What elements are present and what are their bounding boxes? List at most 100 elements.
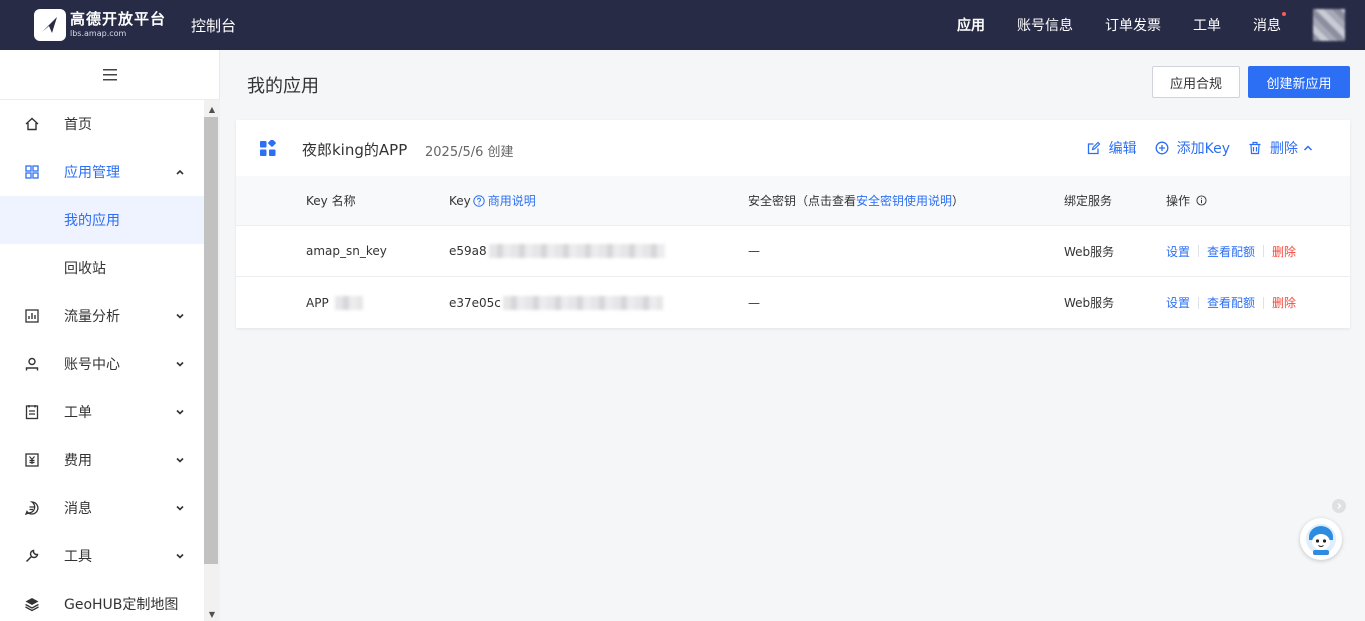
chevron-right-icon[interactable] xyxy=(1332,499,1346,513)
delete-key-link[interactable]: 删除 xyxy=(1272,243,1296,260)
delete-app-button[interactable]: 删除 xyxy=(1248,138,1298,158)
avatar[interactable] xyxy=(1313,9,1345,41)
chevron-up-icon[interactable] xyxy=(1302,142,1314,154)
ops-cell: 设置 查看配额 删除 xyxy=(1166,226,1296,276)
view-quota-link[interactable]: 查看配额 xyxy=(1207,294,1255,311)
sidebar-item-tickets[interactable]: 工单 xyxy=(0,388,204,436)
sidebar-item-label: 流量分析 xyxy=(64,309,120,325)
scroll-up-arrow-icon[interactable]: ▲ xyxy=(204,102,220,116)
sidebar-scrollbar[interactable]: ▲ ▼ xyxy=(204,100,220,621)
assistant-avatar-icon[interactable] xyxy=(1300,518,1342,560)
message-icon xyxy=(24,500,40,516)
nav-account[interactable]: 账号信息 xyxy=(1017,15,1073,35)
logo[interactable]: 高德开放平台 lbs.amap.com xyxy=(34,9,184,41)
col-ops: 操作 xyxy=(1166,176,1207,225)
commercial-help-link[interactable]: 商用说明 xyxy=(488,192,536,209)
divider xyxy=(1198,296,1200,309)
ops-cell: 设置 查看配额 删除 xyxy=(1166,277,1296,328)
nav-tickets[interactable]: 工单 xyxy=(1193,15,1221,35)
logo-subtitle: lbs.amap.com xyxy=(70,29,127,38)
sidebar-item-recycle-bin[interactable]: 回收站 xyxy=(0,244,204,292)
console-title[interactable]: 控制台 xyxy=(191,15,236,36)
table-header-row: Key 名称 Key 商用说明 安全密钥（点击查看 安全密钥使用说明 ） 绑定服… xyxy=(236,176,1350,226)
key-value: e59a8 xyxy=(449,244,487,258)
secret-cell: — xyxy=(748,295,760,310)
chevron-down-icon xyxy=(176,457,184,463)
sidebar-item-messages[interactable]: 消息 xyxy=(0,484,204,532)
delete-key-link[interactable]: 删除 xyxy=(1272,294,1296,311)
sidebar-item-my-apps[interactable]: 我的应用 xyxy=(0,196,204,244)
nav-messages-label: 消息 xyxy=(1253,18,1281,34)
settings-link[interactable]: 设置 xyxy=(1166,294,1190,311)
key-redacted xyxy=(488,244,665,258)
user-icon xyxy=(24,356,40,372)
view-quota-link[interactable]: 查看配额 xyxy=(1207,243,1255,260)
chevron-up-icon xyxy=(176,169,184,175)
key-name-cell: amap_sn_key xyxy=(306,244,387,258)
wrench-icon xyxy=(24,548,40,564)
main-content: 我的应用 应用合规 创建新应用 夜郎king的APP 2025/5/6 创建 编… xyxy=(221,50,1365,621)
sidebar: 首页 应用管理 我的应用 回收站 流量分析 账号中心 工单 费用 消息 工具 G… xyxy=(0,50,220,621)
logo-title: 高德开放平台 xyxy=(70,10,167,28)
divider xyxy=(1263,296,1265,309)
sidebar-item-geohub[interactable]: GeoHUB定制地图 xyxy=(0,580,204,621)
sidebar-item-fees[interactable]: 费用 xyxy=(0,436,204,484)
chart-icon xyxy=(24,308,40,324)
chevron-down-icon xyxy=(176,553,184,559)
menu-toggle-button[interactable] xyxy=(0,50,219,100)
info-icon[interactable] xyxy=(1196,195,1207,206)
keys-table: Key 名称 Key 商用说明 安全密钥（点击查看 安全密钥使用说明 ） 绑定服… xyxy=(236,176,1350,328)
divider xyxy=(1263,245,1265,257)
add-key-button[interactable]: 添加Key xyxy=(1155,138,1230,158)
chevron-down-icon xyxy=(176,361,184,367)
settings-link[interactable]: 设置 xyxy=(1166,243,1190,260)
sidebar-item-label: 首页 xyxy=(64,117,92,133)
add-key-label: 添加Key xyxy=(1176,141,1230,157)
service-cell: Web服务 xyxy=(1064,296,1115,310)
nav-messages[interactable]: 消息 xyxy=(1253,12,1286,35)
sidebar-item-label: 工具 xyxy=(64,549,92,565)
sidebar-item-traffic[interactable]: 流量分析 xyxy=(0,292,204,340)
key-value-cell: e37e05c xyxy=(449,277,663,328)
scroll-down-arrow-icon[interactable]: ▼ xyxy=(204,607,220,621)
menu-icon xyxy=(102,68,117,80)
app-compliance-button[interactable]: 应用合规 xyxy=(1152,66,1240,98)
sidebar-item-tools[interactable]: 工具 xyxy=(0,532,204,580)
key-name: APP xyxy=(306,295,329,310)
nav-apps[interactable]: 应用 xyxy=(957,15,985,35)
app-name: 夜郎king的APP xyxy=(302,141,408,159)
sidebar-menu: 首页 应用管理 我的应用 回收站 流量分析 账号中心 工单 费用 消息 工具 G… xyxy=(0,100,204,621)
table-row: amap_sn_key e59a8 — Web服务 设置 查看配额 删除 xyxy=(236,226,1350,277)
divider xyxy=(1198,245,1200,257)
trash-icon xyxy=(1249,141,1261,155)
col-secret-suffix: ） xyxy=(952,194,965,208)
help-icon[interactable] xyxy=(473,194,485,207)
scroll-thumb[interactable] xyxy=(204,117,218,564)
sidebar-item-label: 应用管理 xyxy=(64,165,120,181)
amap-logo-icon xyxy=(34,9,66,41)
key-value: e37e05c xyxy=(449,295,501,310)
key-name-redacted xyxy=(334,295,363,310)
secret-cell: — xyxy=(748,244,760,258)
grid-icon xyxy=(24,164,40,180)
col-key: Key 商用说明 xyxy=(449,176,536,225)
sidebar-item-home[interactable]: 首页 xyxy=(0,100,204,148)
sidebar-item-app-management[interactable]: 应用管理 xyxy=(0,148,204,196)
sidebar-item-label: 消息 xyxy=(64,501,92,517)
key-redacted xyxy=(502,295,663,310)
col-key-name: Key 名称 xyxy=(306,194,356,208)
edit-app-button[interactable]: 编辑 xyxy=(1087,138,1137,158)
layers-icon xyxy=(24,596,40,612)
sidebar-item-label: 费用 xyxy=(64,453,92,469)
edit-label: 编辑 xyxy=(1108,141,1137,157)
service-cell: Web服务 xyxy=(1064,244,1115,259)
col-secret: 安全密钥（点击查看 安全密钥使用说明 ） xyxy=(748,176,964,225)
app-created-date: 2025/5/6 创建 xyxy=(425,145,514,160)
app-icon xyxy=(260,140,276,156)
nav-invoice[interactable]: 订单发票 xyxy=(1105,15,1161,35)
sidebar-item-account-center[interactable]: 账号中心 xyxy=(0,340,204,388)
create-app-button[interactable]: 创建新应用 xyxy=(1248,66,1350,98)
col-secret-label: 安全密钥（点击查看 xyxy=(748,194,857,208)
plus-circle-icon xyxy=(1155,141,1169,155)
secret-help-link[interactable]: 安全密钥使用说明 xyxy=(856,192,952,209)
